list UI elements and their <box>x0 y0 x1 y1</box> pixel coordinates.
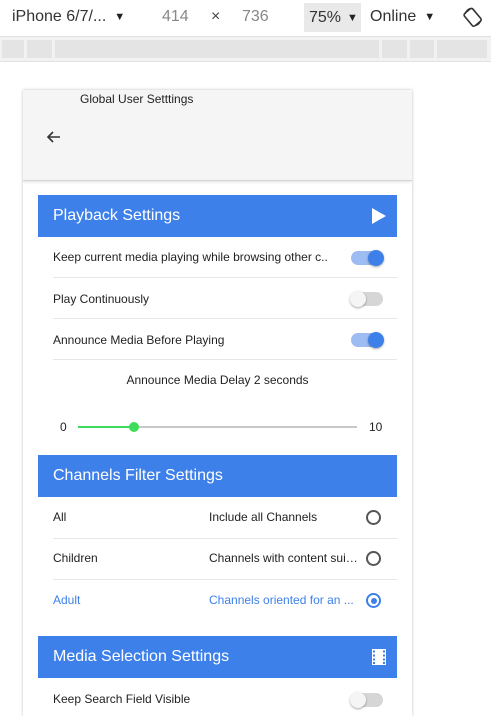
announce-delay-label: Announce Media Delay 2 seconds <box>126 373 309 387</box>
slider-fill <box>78 426 134 428</box>
caret-down-icon: ▼ <box>424 11 436 23</box>
emulated-viewport: Global User Setttings Playback Settings … <box>23 90 412 716</box>
zoom-value: 75% <box>309 8 342 26</box>
slider-thumb[interactable] <box>128 422 139 432</box>
rotate-icon[interactable] <box>462 6 484 28</box>
caret-down-icon: ▼ <box>114 11 126 23</box>
channel-option-children[interactable]: Children Channels with content suit... <box>53 538 397 580</box>
section-title: Channels Filter Settings <box>53 467 223 484</box>
channel-option-all[interactable]: All Include all Channels <box>53 497 397 539</box>
zoom-select[interactable]: 75% ▼ <box>304 3 361 32</box>
keep-search-visible-toggle[interactable] <box>350 692 383 708</box>
ruler-segment[interactable] <box>2 40 24 58</box>
channel-option-name: Adult <box>53 593 81 607</box>
ruler-segment[interactable] <box>55 40 379 58</box>
channel-option-adult[interactable]: Adult Channels oriented for an ... <box>53 579 397 621</box>
ruler-segment[interactable] <box>27 40 52 58</box>
announce-delay-slider[interactable] <box>78 420 357 434</box>
toggle-knob <box>350 692 366 708</box>
play-continuously-toggle[interactable] <box>350 291 383 307</box>
setting-announce-media: Announce Media Before Playing <box>53 319 397 360</box>
keep-media-playing-toggle[interactable] <box>351 250 384 266</box>
setting-label: Play Continuously <box>53 292 150 306</box>
play-icon <box>372 208 386 224</box>
toggle-knob <box>368 332 384 348</box>
ruler-segment[interactable] <box>410 40 434 58</box>
channel-option-name: Children <box>53 551 98 565</box>
setting-label: Keep current media playing while browsin… <box>53 250 328 264</box>
playback-settings-header: Playback Settings <box>38 195 397 237</box>
device-name: iPhone 6/7/... <box>12 8 107 25</box>
media-query-ruler <box>0 37 491 62</box>
setting-keep-search-visible: Keep Search Field Visible <box>53 678 397 716</box>
slider-min-label: 0 <box>60 420 67 434</box>
section-title: Playback Settings <box>53 207 181 224</box>
app-header: Global User Setttings <box>23 90 412 181</box>
setting-label: Keep Search Field Visible <box>53 692 191 706</box>
back-arrow-icon[interactable] <box>43 126 65 148</box>
ruler-segment[interactable] <box>382 40 407 58</box>
dimension-separator: × <box>211 8 221 25</box>
devtools-toolbar: iPhone 6/7/... ▼ 414 × 736 75% ▼ Online … <box>0 0 491 37</box>
channel-option-description: Channels oriented for an ... <box>209 593 354 607</box>
page-title: Global User Setttings <box>80 92 194 106</box>
channel-option-description: Channels with content suit... <box>209 551 359 565</box>
channel-option-description: Include all Channels <box>209 510 318 524</box>
film-icon <box>372 649 386 665</box>
viewport-width-input[interactable]: 414 <box>162 8 189 26</box>
setting-label: Announce Media Before Playing <box>53 333 225 347</box>
setting-keep-media-playing: Keep current media playing while browsin… <box>53 237 397 278</box>
channels-filter-header: Channels Filter Settings <box>38 455 397 497</box>
network-value: Online <box>370 8 417 25</box>
setting-play-continuously: Play Continuously <box>53 278 397 319</box>
toggle-knob <box>368 250 384 266</box>
slider-max-label: 10 <box>369 420 383 434</box>
caret-down-icon: ▼ <box>347 11 358 24</box>
toggle-knob <box>350 291 366 307</box>
device-select[interactable]: iPhone 6/7/... ▼ <box>12 8 125 26</box>
ruler-segment[interactable] <box>437 40 487 58</box>
viewport-height-input[interactable]: 736 <box>242 8 269 26</box>
channel-option-name: All <box>53 510 67 524</box>
announce-media-toggle[interactable] <box>351 332 384 348</box>
radio-button[interactable] <box>366 551 381 566</box>
radio-button[interactable] <box>366 510 381 525</box>
section-title: Media Selection Settings <box>53 648 230 665</box>
network-throttle-select[interactable]: Online ▼ <box>370 8 435 26</box>
radio-button[interactable] <box>366 593 381 608</box>
media-selection-header: Media Selection Settings <box>38 636 397 678</box>
